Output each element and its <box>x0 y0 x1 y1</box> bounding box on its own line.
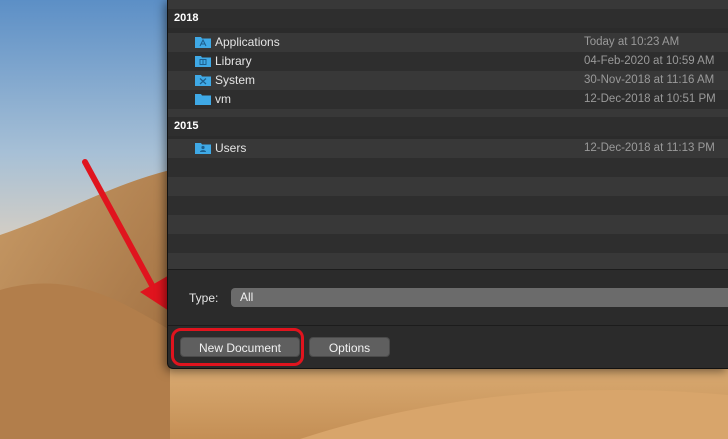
list-item-vm[interactable]: vm 12-Dec-2018 at 10:51 PM <box>168 90 728 109</box>
users-folder-icon <box>195 143 211 154</box>
file-date: 12-Dec-2018 at 11:13 PM <box>584 142 715 154</box>
list-item <box>168 0 728 9</box>
section-header-2018: 2018 <box>168 9 728 28</box>
list-item <box>168 215 728 234</box>
type-label: Type: <box>189 291 219 305</box>
file-date: 12-Dec-2018 at 10:51 PM <box>584 93 716 105</box>
options-button[interactable]: Options <box>309 337 390 357</box>
file-list[interactable]: 2018 Applications Today at 10:23 AM Libr… <box>168 0 728 270</box>
section-year: 2018 <box>174 12 199 24</box>
list-item <box>168 234 728 253</box>
list-item-system[interactable]: System 30-Nov-2018 at 11:16 AM <box>168 71 728 90</box>
file-name: vm <box>215 92 231 106</box>
section-year: 2015 <box>174 120 199 132</box>
file-name: Users <box>215 141 247 155</box>
library-folder-icon <box>195 56 211 67</box>
list-item <box>168 158 728 177</box>
folder-icon <box>195 94 211 105</box>
divider <box>168 325 728 326</box>
divider <box>168 269 728 270</box>
list-item-users[interactable]: Users 12-Dec-2018 at 11:13 PM <box>168 139 728 158</box>
file-date: Today at 10:23 AM <box>584 36 680 48</box>
open-file-dialog: 2018 Applications Today at 10:23 AM Libr… <box>167 0 728 369</box>
file-date: 04-Feb-2020 at 10:59 AM <box>584 55 715 67</box>
system-folder-icon <box>195 75 211 86</box>
applications-folder-icon <box>195 37 211 48</box>
list-item-applications[interactable]: Applications Today at 10:23 AM <box>168 33 728 52</box>
section-header-2015: 2015 <box>168 117 728 136</box>
file-name: Applications <box>215 35 280 49</box>
file-name: Library <box>215 54 252 68</box>
type-select-value: All <box>240 290 254 304</box>
file-name: System <box>215 73 256 87</box>
type-select[interactable]: All <box>231 288 728 307</box>
list-item <box>168 253 728 270</box>
list-item-library[interactable]: Library 04-Feb-2020 at 10:59 AM <box>168 52 728 71</box>
new-document-button[interactable]: New Document <box>180 337 300 357</box>
list-item <box>168 177 728 196</box>
list-item <box>168 196 728 215</box>
file-date: 30-Nov-2018 at 11:16 AM <box>584 74 715 86</box>
